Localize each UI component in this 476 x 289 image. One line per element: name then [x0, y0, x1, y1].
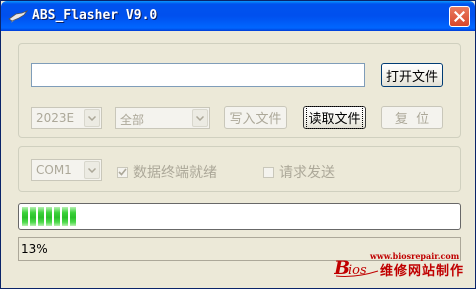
- dtr-ready-label: 数据终端就绪: [133, 165, 217, 181]
- close-icon: [454, 11, 465, 22]
- write-file-button[interactable]: 写入文件: [224, 106, 287, 129]
- progress-segment: [22, 207, 28, 226]
- progress-segment: [38, 207, 44, 226]
- region-select-value: 全部: [120, 113, 145, 127]
- progress-segment: [54, 207, 60, 226]
- file-path-input[interactable]: [31, 63, 365, 87]
- checkbox-box[interactable]: [117, 166, 128, 178]
- reset-button[interactable]: 复 位: [381, 106, 443, 129]
- progress-segment: [30, 207, 36, 226]
- chip-select[interactable]: 2023E: [31, 107, 102, 129]
- checkbox-box[interactable]: [263, 166, 274, 178]
- progress-segment: [46, 207, 52, 226]
- progress-segment: [70, 207, 76, 226]
- com-port-value: COM1: [36, 163, 72, 177]
- watermark-logo: B ios: [334, 257, 379, 278]
- close-button[interactable]: [449, 6, 470, 27]
- app-window: ABS_Flasher V9.0 打开文件 2023E 全部 写入文件 读取文件…: [0, 0, 476, 289]
- checkmark-icon: [118, 168, 127, 176]
- progress-fill: [22, 207, 79, 226]
- dtr-ready-checkbox[interactable]: 数据终端就绪: [117, 162, 217, 182]
- com-port-select[interactable]: COM1: [31, 159, 102, 181]
- chevron-down-icon[interactable]: [84, 161, 100, 179]
- open-file-label: 打开文件: [385, 69, 438, 85]
- rts-request-checkbox[interactable]: 请求发送: [263, 162, 335, 182]
- progress-segment: [62, 207, 68, 226]
- write-file-label: 写入文件: [229, 112, 282, 127]
- chevron-down-icon[interactable]: [192, 109, 208, 127]
- progress-bar: [18, 203, 461, 230]
- chip-select-value: 2023E: [36, 111, 75, 125]
- reset-label: 复 位: [394, 112, 430, 127]
- region-select[interactable]: 全部: [115, 107, 210, 129]
- open-file-button[interactable]: 打开文件: [381, 63, 443, 87]
- read-file-label: 读取文件: [306, 106, 363, 129]
- app-icon: [8, 10, 28, 23]
- chevron-down-icon[interactable]: [84, 109, 100, 127]
- watermark-text: 维修网站制作: [380, 264, 465, 279]
- window-title: ABS_Flasher V9.0: [32, 8, 158, 23]
- title-bar[interactable]: ABS_Flasher V9.0: [1, 1, 475, 31]
- status-text: 13%: [21, 242, 48, 256]
- rts-request-label: 请求发送: [279, 165, 335, 181]
- read-file-button[interactable]: 读取文件: [303, 106, 366, 129]
